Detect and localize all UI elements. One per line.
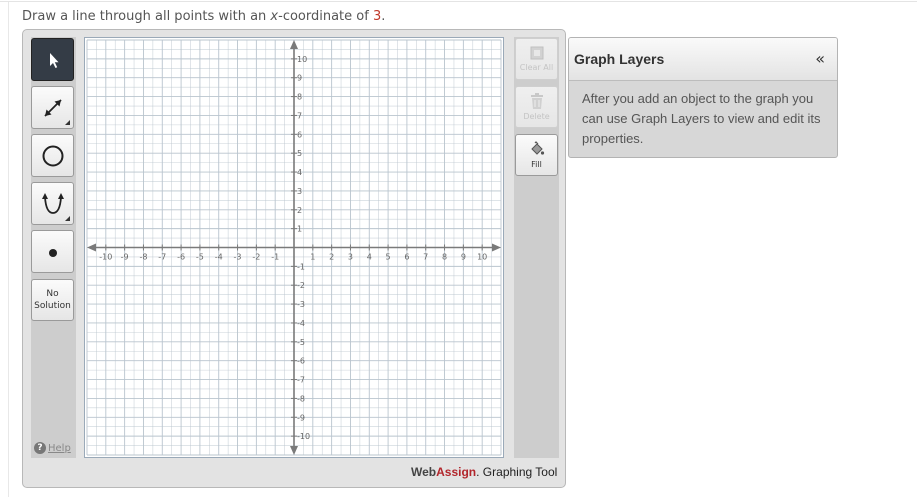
x-tick-label: -9 (121, 253, 129, 262)
x-tick-label: 1 (310, 253, 315, 262)
fill-button[interactable]: Fill (515, 134, 558, 176)
y-tick-label: 9 (297, 74, 302, 83)
x-tick-label: -3 (234, 253, 242, 262)
x-tick-label: -2 (252, 253, 260, 262)
x-tick-label: 10 (477, 253, 487, 262)
help-label: Help (48, 442, 71, 454)
coordinate-graph[interactable]: -10 -9 -8 -7 -6 -5 -4 -3 -2 -1 1 2 3 4 5 6 7 8 9 10 10 9 8 7 6 5 4… (84, 37, 504, 458)
x-tick-label: -1 (271, 253, 279, 262)
submenu-indicator-icon (65, 216, 70, 221)
delete-button[interactable]: Delete (515, 86, 558, 128)
clear-all-button[interactable]: Clear All (515, 38, 558, 80)
help-icon: ? (34, 442, 46, 454)
x-tick-label: 5 (386, 253, 391, 262)
y-tick-label: 3 (297, 187, 302, 196)
select-tool-button[interactable] (31, 38, 74, 81)
y-tick-label: -10 (297, 432, 310, 441)
y-tick-label: 5 (297, 149, 302, 158)
x-tick-label: -8 (139, 253, 147, 262)
help-link[interactable]: ? Help (34, 442, 71, 454)
point-icon (48, 248, 57, 257)
question-value: 3 (372, 9, 382, 24)
no-solution-button[interactable]: No Solution (31, 279, 74, 321)
top-divider (0, 1, 917, 2)
x-tick-label: -6 (177, 253, 185, 262)
trash-icon (530, 93, 543, 109)
x-tick-label: 3 (348, 253, 353, 262)
graph-layers-message: After you add an object to the graph you… (582, 91, 821, 146)
parabola-icon (41, 192, 64, 214)
graph-layers-title: Graph Layers (574, 51, 665, 67)
clear-all-icon (530, 46, 543, 60)
x-tick-label: 7 (423, 253, 428, 262)
x-tick-label: 8 (442, 253, 447, 262)
y-tick-label: -1 (297, 262, 305, 271)
pointer-arrow-icon (49, 52, 58, 68)
paint-bucket-icon (530, 141, 544, 155)
y-tick-label: -2 (297, 281, 305, 290)
y-tick-label: 6 (297, 130, 302, 139)
left-divider (8, 2, 9, 497)
x-tick-label: 6 (404, 253, 409, 262)
line-tool-button[interactable] (31, 86, 74, 129)
x-tick-label: -4 (215, 253, 223, 262)
y-axis-bottom-arrow-icon (290, 446, 298, 455)
y-tick-label: -5 (297, 338, 305, 347)
collapse-panel-icon[interactable]: « (815, 49, 825, 68)
point-tool-button[interactable] (31, 230, 74, 273)
parabola-tool-button[interactable] (31, 182, 74, 225)
y-tick-label: 1 (297, 225, 302, 234)
y-tick-label: 7 (297, 111, 302, 120)
y-tick-label: 4 (297, 168, 302, 177)
y-axis-top-arrow-icon (290, 40, 298, 49)
x-tick-label: -7 (158, 253, 166, 262)
graph-layers-header: Graph Layers « (569, 38, 837, 81)
webassign-brand: WebAssign. Graphing Tool (411, 465, 558, 479)
y-tick-label: 8 (297, 93, 302, 102)
y-tick-label: -3 (297, 300, 305, 309)
x-tick-label: 9 (461, 253, 466, 262)
circle-icon (42, 145, 63, 166)
y-tick-label: -4 (297, 319, 305, 328)
y-tick-label: -9 (297, 413, 305, 422)
y-tick-label: 2 (297, 206, 302, 215)
y-tick-label: 10 (297, 55, 307, 64)
x-tick-label: 2 (329, 253, 334, 262)
x-tick-label: -5 (196, 253, 204, 262)
y-tick-label: -8 (297, 394, 305, 403)
question-prompt: Draw a line through all points with an x… (22, 9, 386, 24)
question-variable: x (270, 9, 279, 24)
y-tick-label: -6 (297, 357, 305, 366)
x-axis-right-arrow-icon (492, 243, 501, 252)
circle-tool-button[interactable] (31, 134, 74, 177)
submenu-indicator-icon (65, 120, 70, 125)
y-tick-label: -7 (297, 376, 305, 385)
line-double-arrow-icon (43, 98, 62, 117)
graph-layers-panel: Graph Layers « After you add an object t… (568, 37, 838, 158)
x-tick-label: -10 (99, 253, 112, 262)
x-tick-label: 4 (367, 253, 372, 262)
x-axis-left-arrow-icon (87, 243, 96, 252)
